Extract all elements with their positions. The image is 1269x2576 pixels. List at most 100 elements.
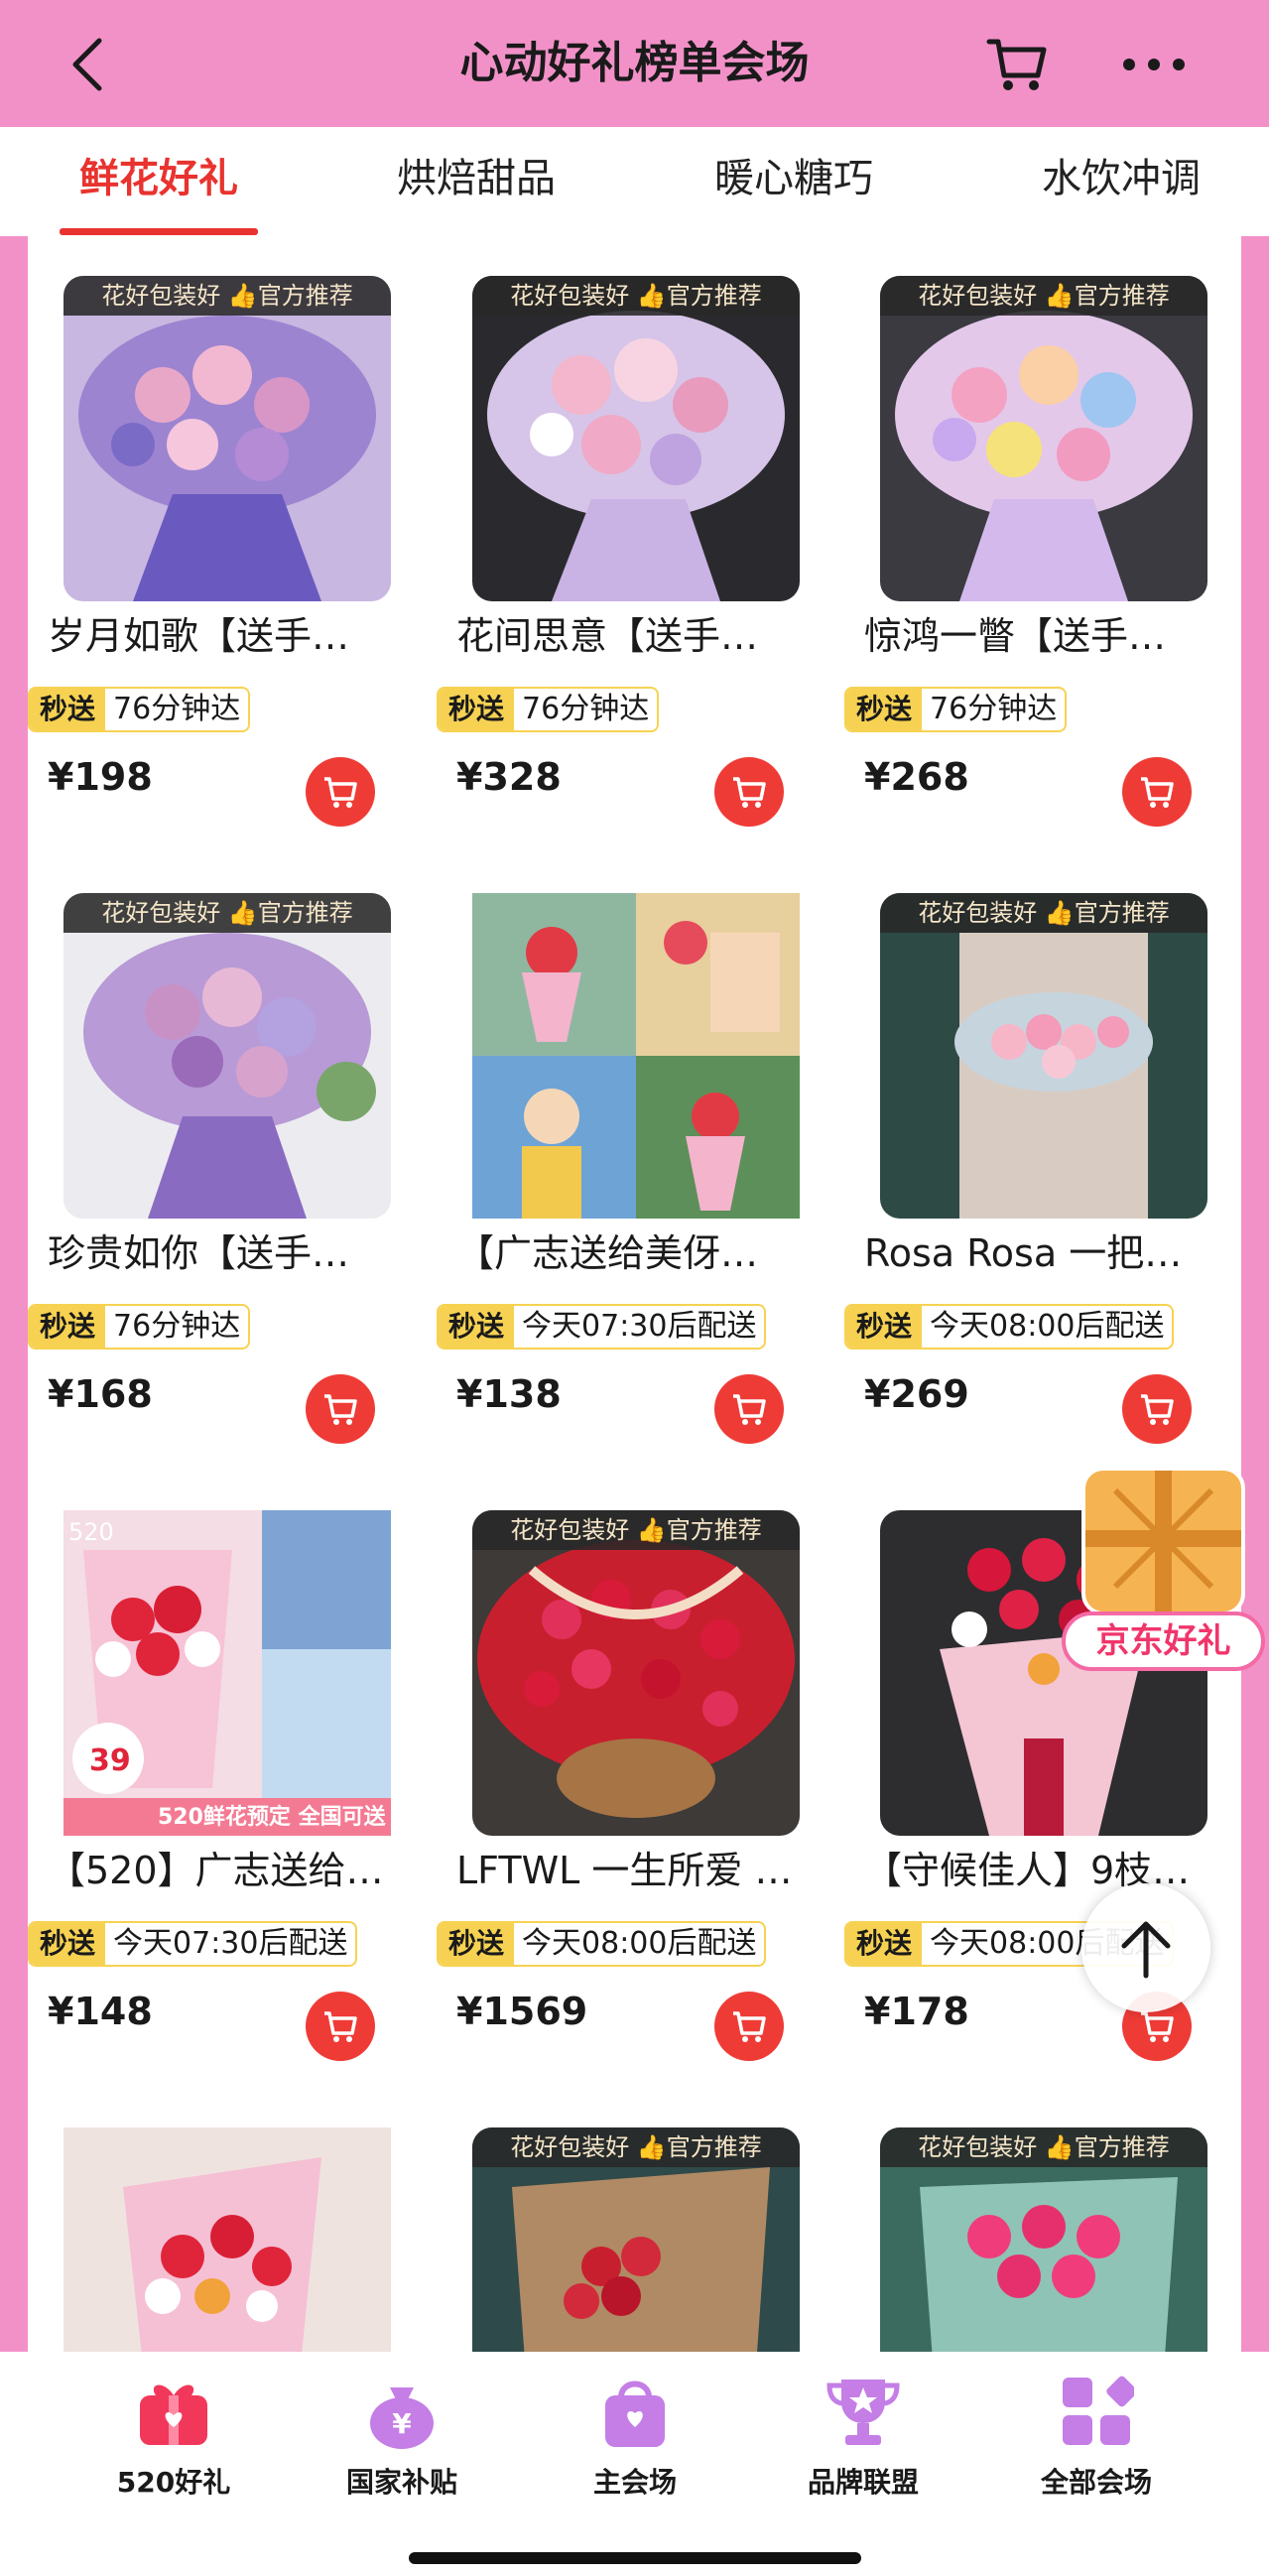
- product-price: ¥168: [48, 1372, 153, 1416]
- product-title[interactable]: Rosa Rosa 一把…: [864, 1228, 1231, 1278]
- page-title: 心动好礼榜单会场: [459, 38, 810, 88]
- nav-label: 主会场: [592, 2466, 677, 2499]
- product-card[interactable]: 花好包装好 👍官方推荐 花间思意【送手… 秒送 76分钟达 ¥328: [437, 236, 833, 841]
- product-image[interactable]: 花好包装好 👍官方推荐: [472, 1510, 800, 1836]
- product-title[interactable]: 珍贵如你【送手…: [48, 1228, 415, 1278]
- product-image[interactable]: 花好包装好 👍官方推荐: [63, 276, 391, 601]
- product-price: ¥138: [456, 1372, 562, 1416]
- product-image[interactable]: 花好包装好 👍官方推荐: [880, 276, 1207, 601]
- add-to-cart-button[interactable]: [1122, 1374, 1192, 1444]
- back-to-top-button[interactable]: [1081, 1883, 1210, 2012]
- back-chevron-icon: [72, 38, 102, 91]
- jd-gift-float-button[interactable]: 京东好礼: [1062, 1467, 1265, 1675]
- delivery-badge: 秒送 今天07:30后配送: [437, 1304, 767, 1350]
- product-title[interactable]: 惊鸿一瞥【送手…: [864, 611, 1231, 661]
- product-card[interactable]: 520 39 520鲜花预定 全国可送 【520】广志送给… 秒送 今天07:3…: [28, 1471, 425, 2076]
- delivery-badge: 秒送 今天08:00后配送: [437, 1921, 767, 1967]
- product-card[interactable]: 花好包装好 👍官方推荐 Rosa Rosa 一把… 秒送 今天08:00后配送 …: [844, 853, 1241, 1459]
- badge-520: 520: [68, 1518, 114, 1546]
- official-recommend-banner: 花好包装好 👍官方推荐: [880, 276, 1207, 316]
- nav-national-subsidy[interactable]: ¥ 国家补贴: [303, 2372, 501, 2520]
- product-title[interactable]: 【广志送给美伢…: [456, 1228, 824, 1278]
- nav-all-venues[interactable]: 全部会场: [997, 2372, 1196, 2520]
- official-recommend-banner: 花好包装好 👍官方推荐: [472, 276, 800, 316]
- product-title[interactable]: 岁月如歌【送手…: [48, 611, 415, 661]
- delivery-badge: 秒送 76分钟达: [437, 687, 660, 732]
- product-image[interactable]: 花好包装好 👍官方推荐: [472, 276, 800, 601]
- add-to-cart-button[interactable]: [306, 757, 375, 827]
- cart-icon: [986, 39, 1047, 90]
- delivery-badge: 秒送 76分钟达: [28, 1304, 251, 1350]
- add-to-cart-button[interactable]: [1122, 757, 1192, 827]
- official-recommend-banner: 花好包装好 👍官方推荐: [880, 2127, 1207, 2167]
- tab-candy[interactable]: 暖心糖巧: [695, 127, 893, 236]
- product-image[interactable]: [63, 2127, 391, 2352]
- delivery-time: 76分钟达: [930, 692, 1058, 726]
- cart-icon: [1141, 777, 1174, 808]
- product-title[interactable]: LFTWL 一生所爱 …: [456, 1846, 824, 1895]
- cart-icon: [733, 777, 766, 808]
- nav-label: 国家补贴: [345, 2466, 457, 2499]
- back-button[interactable]: [58, 30, 117, 99]
- product-title[interactable]: 【520】广志送给…: [48, 1846, 415, 1895]
- nav-brand-alliance[interactable]: 品牌联盟: [764, 2372, 962, 2520]
- product-card[interactable]: 花好包装好 👍官方推荐: [844, 2088, 1241, 2352]
- tab-flowers[interactable]: 鲜花好礼: [60, 127, 258, 236]
- trophy-icon: [824, 2372, 903, 2451]
- delivery-tag: 秒送: [439, 689, 515, 730]
- delivery-tag: 秒送: [846, 1306, 923, 1348]
- add-to-cart-button[interactable]: [306, 1374, 375, 1444]
- add-to-cart-button[interactable]: [714, 1992, 784, 2061]
- product-price: ¥198: [48, 755, 153, 799]
- delivery-time: 76分钟达: [522, 692, 650, 726]
- more-button[interactable]: [1116, 30, 1191, 99]
- tab-drinks[interactable]: 水饮冲调: [1012, 127, 1230, 236]
- nav-main-venue[interactable]: 主会场: [536, 2372, 734, 2520]
- left-frame: [0, 236, 28, 2352]
- product-image[interactable]: 花好包装好 👍官方推荐: [880, 893, 1207, 1219]
- promo-line: 520鲜花预定 全国可送: [158, 1804, 386, 1830]
- add-to-cart-button[interactable]: [714, 757, 784, 827]
- official-recommend-banner: 花好包装好 👍官方推荐: [880, 893, 1207, 933]
- product-image[interactable]: 花好包装好 👍官方推荐: [63, 893, 391, 1219]
- product-title[interactable]: 【守候佳人】9枝…: [864, 1846, 1231, 1895]
- product-price: ¥1569: [456, 1990, 588, 2033]
- cart-icon: [1141, 2011, 1174, 2042]
- product-card[interactable]: 花好包装好 👍官方推荐 惊鸿一瞥【送手… 秒送 76分钟达 ¥268: [844, 236, 1241, 841]
- home-indicator: [409, 2552, 861, 2564]
- gift-icon: [134, 2372, 213, 2451]
- cart-icon: [324, 1394, 357, 1425]
- add-to-cart-button[interactable]: [306, 1992, 375, 2061]
- nav-label: 全部会场: [1040, 2466, 1152, 2499]
- delivery-time: 今天08:00后配送: [930, 1309, 1165, 1344]
- product-card[interactable]: 花好包装好 👍官方推荐 岁月如歌【送手… 秒送 76分钟达 ¥198: [28, 236, 425, 841]
- product-image[interactable]: 花好包装好 👍官方推荐: [880, 2127, 1207, 2352]
- official-recommend-banner: 花好包装好 👍官方推荐: [472, 1510, 800, 1550]
- arrow-up-icon: [1121, 1921, 1171, 1979]
- product-card[interactable]: 花好包装好 👍官方推荐: [437, 2088, 833, 2352]
- gift-box-icon: [1081, 1467, 1245, 1615]
- delivery-tag: 秒送: [30, 1306, 106, 1348]
- product-image[interactable]: [472, 893, 800, 1219]
- add-to-cart-button[interactable]: [714, 1374, 784, 1444]
- cart-button[interactable]: [982, 30, 1052, 99]
- official-recommend-banner: 花好包装好 👍官方推荐: [63, 276, 391, 316]
- product-image[interactable]: 520 39 520鲜花预定 全国可送: [63, 1510, 391, 1836]
- product-card[interactable]: 花好包装好 👍官方推荐 LFTWL 一生所爱 … 秒送 今天08:00后配送 ¥…: [437, 1471, 833, 2076]
- delivery-tag: 秒送: [846, 1923, 923, 1965]
- delivery-time: 76分钟达: [113, 692, 241, 726]
- product-card[interactable]: 花好包装好 👍官方推荐 珍贵如你【送手… 秒送 76分钟达 ¥168: [28, 853, 425, 1459]
- product-title[interactable]: 花间思意【送手…: [456, 611, 824, 661]
- cart-icon: [324, 777, 357, 808]
- product-price: ¥268: [864, 755, 969, 799]
- shopping-bag-icon: [595, 2372, 675, 2451]
- product-image[interactable]: 花好包装好 👍官方推荐: [472, 2127, 800, 2352]
- product-card[interactable]: 【广志送给美伢… 秒送 今天07:30后配送 ¥138: [437, 853, 833, 1459]
- nav-520-gift[interactable]: 520好礼: [74, 2372, 273, 2520]
- product-card[interactable]: [28, 2088, 425, 2352]
- product-grid: 花好包装好 👍官方推荐 岁月如歌【送手… 秒送 76分钟达 ¥198 花好包装好…: [28, 236, 1241, 2352]
- delivery-time: 今天07:30后配送: [113, 1926, 348, 1961]
- delivery-badge: 秒送 76分钟达: [28, 687, 251, 732]
- tab-bakery[interactable]: 烘焙甜品: [377, 127, 575, 236]
- cart-icon: [1141, 1394, 1174, 1425]
